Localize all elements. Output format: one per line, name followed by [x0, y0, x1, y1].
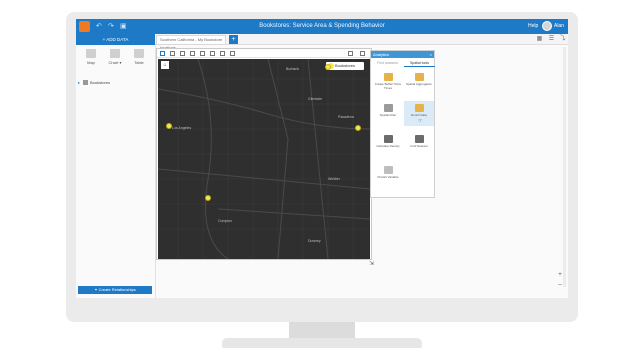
tool-label: Predict Variable — [377, 175, 399, 179]
data-pane: Map Chart ▾ Table ▸ Bookstores — [76, 45, 156, 298]
pan-icon[interactable] — [210, 51, 215, 56]
tool-label: Spatial Filter — [379, 113, 397, 117]
legend-label: Bookstores — [335, 63, 356, 68]
legend-icon[interactable] — [160, 51, 165, 56]
select-icon[interactable] — [180, 51, 185, 56]
map-tool-label: Map — [87, 60, 95, 65]
bookstore-point[interactable] — [355, 125, 361, 131]
share-icon[interactable]: ⤵ — [558, 35, 567, 44]
avatar[interactable] — [542, 21, 552, 31]
page-toolbar: + ADD DATA Southern California - My Book… — [76, 34, 568, 50]
layout-icon[interactable]: ☰ — [547, 35, 556, 44]
title-bar: ↶ ↷ ▣ Bookstores: Service Area & Spendin… — [76, 19, 568, 34]
map-label: Burbank — [286, 67, 300, 71]
monitor-stand-base — [222, 338, 422, 348]
tool-predict-variable[interactable]: Predict Variable — [373, 163, 403, 188]
aggregation-icon — [414, 73, 424, 81]
map-label: Pasadena — [338, 115, 354, 119]
zoom-in-icon[interactable]: + — [556, 271, 564, 279]
layer-legend[interactable]: Bookstores — [326, 62, 364, 70]
tool-create-buffer[interactable]: Create Buffer/ Drive Times — [373, 70, 403, 95]
table-tool-button[interactable]: Table — [128, 49, 150, 65]
map-icon — [86, 49, 96, 58]
tool-enrich-data[interactable]: Enrich Data ☞ — [404, 101, 434, 126]
chevron-right-icon[interactable]: ▸ — [78, 80, 80, 85]
home-icon[interactable]: ⌂ — [161, 61, 169, 69]
swap-icon[interactable] — [230, 51, 235, 56]
chart-icon — [110, 49, 120, 58]
enrich-icon — [414, 104, 424, 112]
chart-tool-button[interactable]: Chart ▾ — [104, 49, 126, 65]
help-link[interactable]: Help — [528, 23, 538, 29]
tool-find-nearest[interactable]: Find Nearest — [404, 132, 434, 157]
bookstore-point[interactable] — [205, 195, 211, 201]
tool-label: Calculate Density — [376, 144, 400, 148]
add-data-button[interactable]: + ADD DATA — [76, 34, 155, 45]
bookstore-point[interactable] — [166, 123, 172, 129]
info-icon[interactable] — [348, 51, 353, 56]
create-relationships-label: Create Relationships — [98, 287, 136, 292]
density-icon — [383, 135, 393, 143]
zoom-out-icon[interactable]: – — [556, 281, 564, 289]
resize-handle-icon[interactable]: ⇲ — [369, 260, 374, 267]
table-tool-label: Table — [134, 60, 144, 65]
tool-label: Create Buffer/ Drive Times — [374, 82, 402, 90]
lasso-icon[interactable] — [190, 51, 195, 56]
page-title: Bookstores: Service Area & Spending Beha… — [259, 23, 385, 29]
tab-find-answers[interactable]: Find answers — [372, 60, 403, 67]
filter-icon[interactable] — [170, 51, 175, 56]
filter-icon — [383, 104, 393, 112]
tool-label: Find Nearest — [410, 144, 428, 148]
map-label: Los Angeles — [172, 126, 192, 130]
analytics-title: Analytics — [373, 52, 390, 57]
buffer-icon — [383, 73, 393, 81]
close-icon[interactable]: × — [430, 51, 432, 58]
tool-spatial-aggregation[interactable]: Spatial Aggregation — [404, 70, 434, 95]
basemap-icon[interactable]: ▦ — [535, 35, 544, 44]
tool-label: Enrich Data — [411, 113, 427, 117]
create-relationships-button[interactable]: ⚭ Create Relationships — [78, 286, 152, 294]
map-label: Downey — [308, 239, 321, 243]
map-view[interactable]: ⌂ Bookstores Burbank Glendale Pasadena L… — [158, 59, 370, 259]
basemap-roads — [158, 59, 370, 259]
scrollbar[interactable] — [563, 47, 566, 287]
table-icon — [134, 49, 144, 58]
fullscreen-icon[interactable] — [220, 51, 225, 56]
map-tool-button[interactable]: Map — [80, 49, 102, 65]
map-label: Whittier — [328, 177, 340, 181]
delete-icon[interactable] — [360, 51, 365, 56]
tool-spatial-filter[interactable]: Spatial Filter — [373, 101, 403, 126]
predict-icon — [383, 166, 393, 174]
analytics-panel: Analytics × Find answers Spatial tools C… — [370, 50, 435, 198]
card-toolbar — [157, 49, 371, 58]
map-label: Glendale — [308, 97, 323, 101]
tool-label: Spatial Aggregation — [405, 82, 433, 86]
tool-calculate-density[interactable]: Calculate Density — [373, 132, 403, 157]
zoom-to-icon[interactable] — [200, 51, 205, 56]
add-page-button[interactable]: + — [229, 35, 238, 44]
tab-page-1[interactable]: Southern California - My Bookstore locat… — [156, 35, 226, 50]
bookstore-point[interactable] — [325, 64, 331, 70]
dataset-label: Bookstores — [90, 80, 111, 85]
user-name[interactable]: Alan — [554, 23, 564, 29]
hand-cursor-icon: ☞ — [418, 118, 423, 124]
dataset-icon — [83, 80, 89, 86]
map-card[interactable]: ⌂ Bookstores Burbank Glendale Pasadena L… — [156, 48, 372, 260]
app-screen: ↶ ↷ ▣ Bookstores: Service Area & Spendin… — [76, 19, 568, 298]
analytics-header: Analytics × — [371, 51, 434, 58]
chart-tool-label: Chart ▾ — [108, 60, 122, 65]
nearest-icon — [414, 135, 424, 143]
map-label: Compton — [218, 219, 233, 223]
dataset-row[interactable]: ▸ Bookstores — [78, 79, 154, 87]
tab-spatial-tools[interactable]: Spatial tools — [404, 60, 435, 67]
